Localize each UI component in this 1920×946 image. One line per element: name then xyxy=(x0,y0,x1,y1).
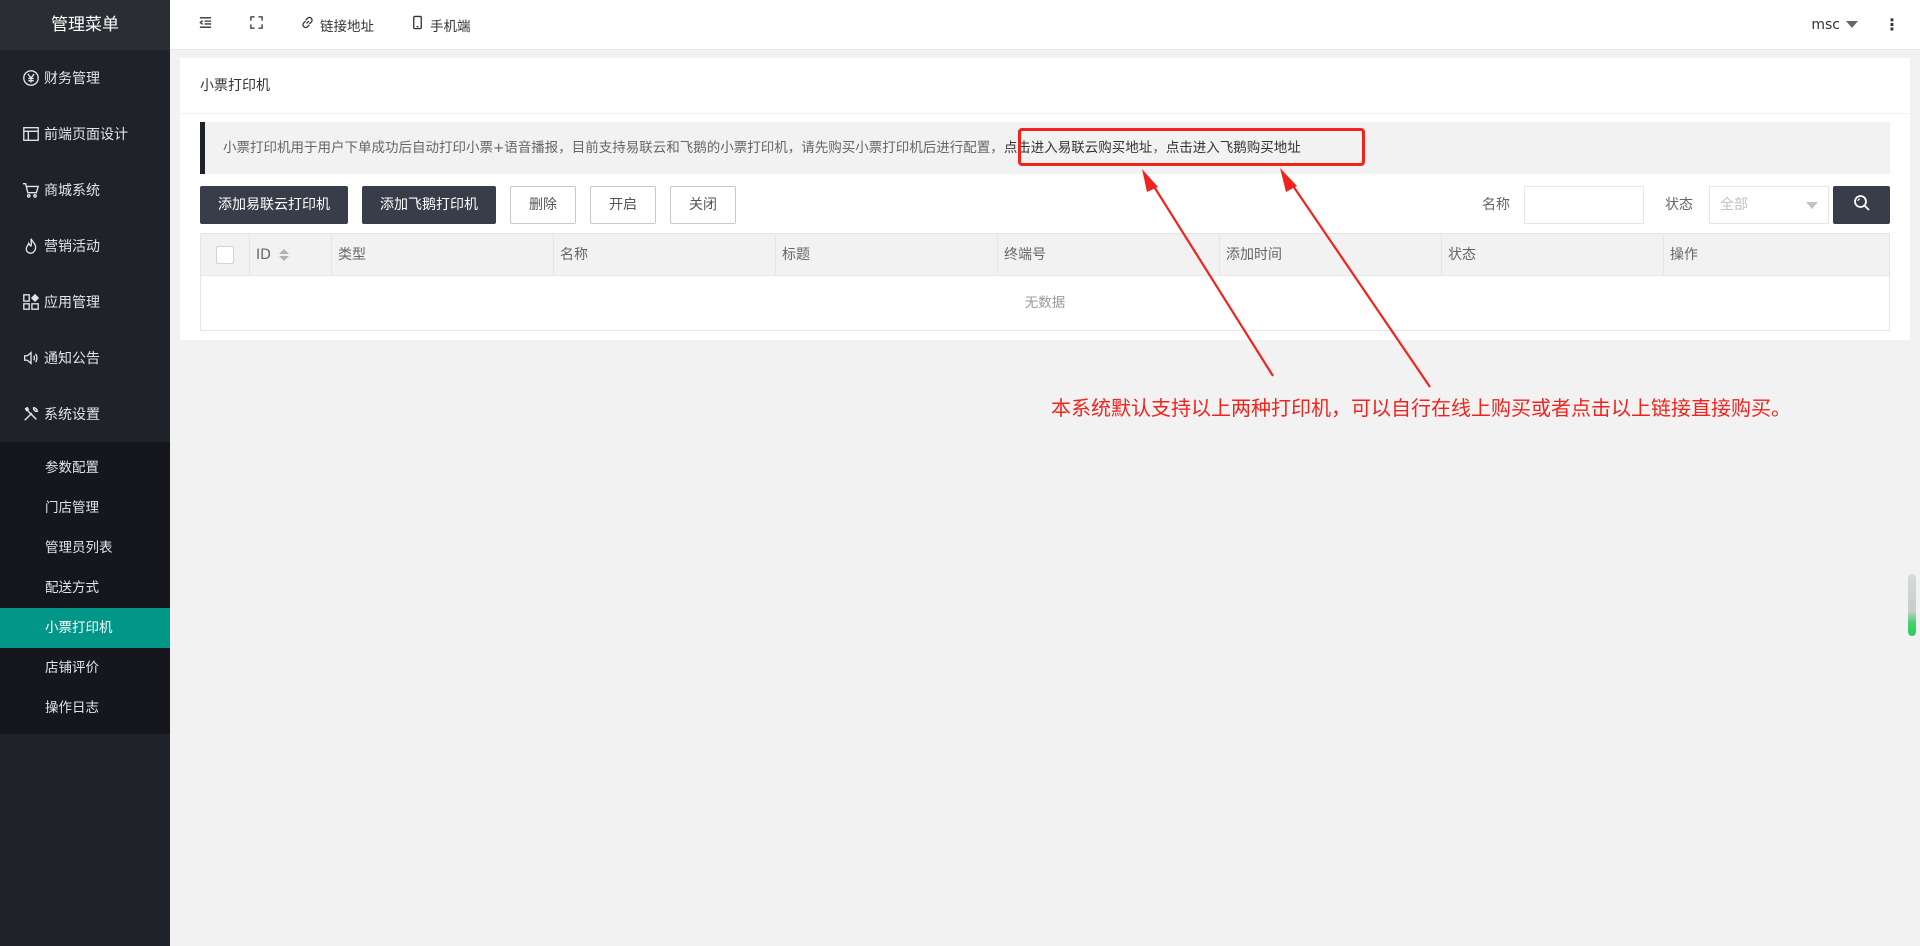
sidebar-item-label: 应用管理 xyxy=(44,295,100,311)
submenu-item-receipt-printer[interactable]: 小票打印机 xyxy=(0,608,170,648)
notice-banner: 小票打印机用于用户下单成功后自动打印小票+语音播报，目前支持易联云和飞鹅的小票打… xyxy=(200,122,1890,174)
name-filter-input[interactable] xyxy=(1524,186,1644,224)
scrollbar-thumb[interactable] xyxy=(1908,574,1916,636)
speaker-icon xyxy=(20,347,42,369)
column-header-actions: 操作 xyxy=(1670,247,1698,263)
submenu-item-store-reviews[interactable]: 店铺评价 xyxy=(0,648,170,688)
sidebar: 管理菜单 财务管理 前端页面设计 商城系统 营销活动 应用管理 通知公告 系统设… xyxy=(0,0,170,946)
layout-icon xyxy=(20,123,42,145)
sidebar-item-label: 前端页面设计 xyxy=(44,127,128,143)
more-vertical-icon[interactable]: ⋮ xyxy=(1874,15,1920,34)
sidebar-item-label: 系统设置 xyxy=(44,407,100,423)
disable-button[interactable]: 关闭 xyxy=(670,186,736,224)
sidebar-item-label: 商城系统 xyxy=(44,183,100,199)
select-all-checkbox[interactable] xyxy=(216,246,234,264)
notice-separator: ， xyxy=(1152,140,1166,156)
status-filter-select[interactable]: 全部 xyxy=(1709,186,1829,224)
submenu-item-params[interactable]: 参数配置 xyxy=(0,448,170,488)
search-icon xyxy=(1853,194,1871,216)
yen-circle-icon xyxy=(20,67,42,89)
table-header: ID 类型 名称 标题 终端号 添加时间 状态 操作 xyxy=(201,234,1889,276)
sidebar-item-system-settings[interactable]: 系统设置 xyxy=(0,386,170,442)
sidebar-item-apps[interactable]: 应用管理 xyxy=(0,274,170,330)
chevron-down-icon xyxy=(1806,202,1818,209)
sidebar-item-finance[interactable]: 财务管理 xyxy=(0,50,170,106)
printer-table: ID 类型 名称 标题 终端号 添加时间 状态 操作 无数据 xyxy=(200,233,1890,331)
status-filter-value: 全部 xyxy=(1720,197,1748,213)
column-header-terminal: 终端号 xyxy=(998,234,1220,276)
chevron-down-icon xyxy=(1846,21,1858,28)
feie-buy-link[interactable]: 点击进入飞鹅购买地址 xyxy=(1166,140,1301,156)
column-header-title: 标题 xyxy=(776,234,998,276)
add-yilianyun-printer-button[interactable]: 添加易联云打印机 xyxy=(200,186,348,224)
sidebar-item-label: 营销活动 xyxy=(44,239,100,255)
name-filter-label: 名称 xyxy=(1482,197,1510,213)
mobile-label: 手机端 xyxy=(430,18,471,35)
sidebar-item-notice[interactable]: 通知公告 xyxy=(0,330,170,386)
sort-icon[interactable] xyxy=(278,249,289,261)
cart-icon xyxy=(20,179,42,201)
column-header-id[interactable]: ID xyxy=(250,234,332,276)
link-icon xyxy=(300,15,320,34)
yilianyun-buy-link[interactable]: 点击进入易联云购买地址 xyxy=(1004,140,1153,156)
system-settings-submenu: 参数配置 门店管理 管理员列表 配送方式 小票打印机 店铺评价 操作日志 xyxy=(0,442,170,734)
status-filter-label: 状态 xyxy=(1665,197,1693,213)
column-header-status: 状态 xyxy=(1442,234,1664,276)
apps-icon xyxy=(20,291,42,313)
column-header-added-time: 添加时间 xyxy=(1220,234,1442,276)
printer-card: 小票打印机 小票打印机用于用户下单成功后自动打印小票+语音播报，目前支持易联云和… xyxy=(180,58,1910,340)
sidebar-item-label: 财务管理 xyxy=(44,71,100,87)
sidebar-item-label: 通知公告 xyxy=(44,351,100,367)
mobile-phone-icon xyxy=(410,15,430,34)
delete-button[interactable]: 删除 xyxy=(510,186,576,224)
notice-text: 小票打印机用于用户下单成功后自动打印小票+语音播报，目前支持易联云和飞鹅的小票打… xyxy=(223,140,1004,156)
annotation-note: 本系统默认支持以上两种打印机，可以自行在线上购买或者点击以上链接直接购买。 xyxy=(1051,396,1791,420)
username: msc xyxy=(1811,16,1840,33)
submenu-item-operation-log[interactable]: 操作日志 xyxy=(0,688,170,728)
submenu-item-stores[interactable]: 门店管理 xyxy=(0,488,170,528)
sidebar-title: 管理菜单 xyxy=(0,0,170,50)
table-empty-state: 无数据 xyxy=(1024,295,1066,311)
submenu-item-delivery[interactable]: 配送方式 xyxy=(0,568,170,608)
indent-icon xyxy=(198,15,213,34)
add-feie-printer-button[interactable]: 添加飞鹅打印机 xyxy=(362,186,496,224)
column-header-type: 类型 xyxy=(332,234,554,276)
fullscreen-button[interactable] xyxy=(231,0,282,50)
column-header-name: 名称 xyxy=(554,234,776,276)
user-menu[interactable]: msc xyxy=(1795,17,1874,33)
fullscreen-icon xyxy=(249,15,264,34)
search-button[interactable] xyxy=(1833,186,1890,224)
page-title: 小票打印机 xyxy=(180,58,1910,114)
fire-icon xyxy=(20,235,42,257)
tools-icon xyxy=(20,403,42,425)
mobile-button[interactable]: 手机端 xyxy=(392,0,489,50)
select-all-cell xyxy=(201,234,250,276)
sidebar-item-marketing[interactable]: 营销活动 xyxy=(0,218,170,274)
submenu-item-admins[interactable]: 管理员列表 xyxy=(0,528,170,568)
sidebar-item-mall[interactable]: 商城系统 xyxy=(0,162,170,218)
top-header: 链接地址 手机端 msc ⋮ xyxy=(170,0,1920,50)
link-address-label: 链接地址 xyxy=(320,18,374,35)
link-address-button[interactable]: 链接地址 xyxy=(282,0,392,50)
enable-button[interactable]: 开启 xyxy=(590,186,656,224)
menu-toggle-button[interactable] xyxy=(170,0,231,50)
sidebar-item-frontend-design[interactable]: 前端页面设计 xyxy=(0,106,170,162)
